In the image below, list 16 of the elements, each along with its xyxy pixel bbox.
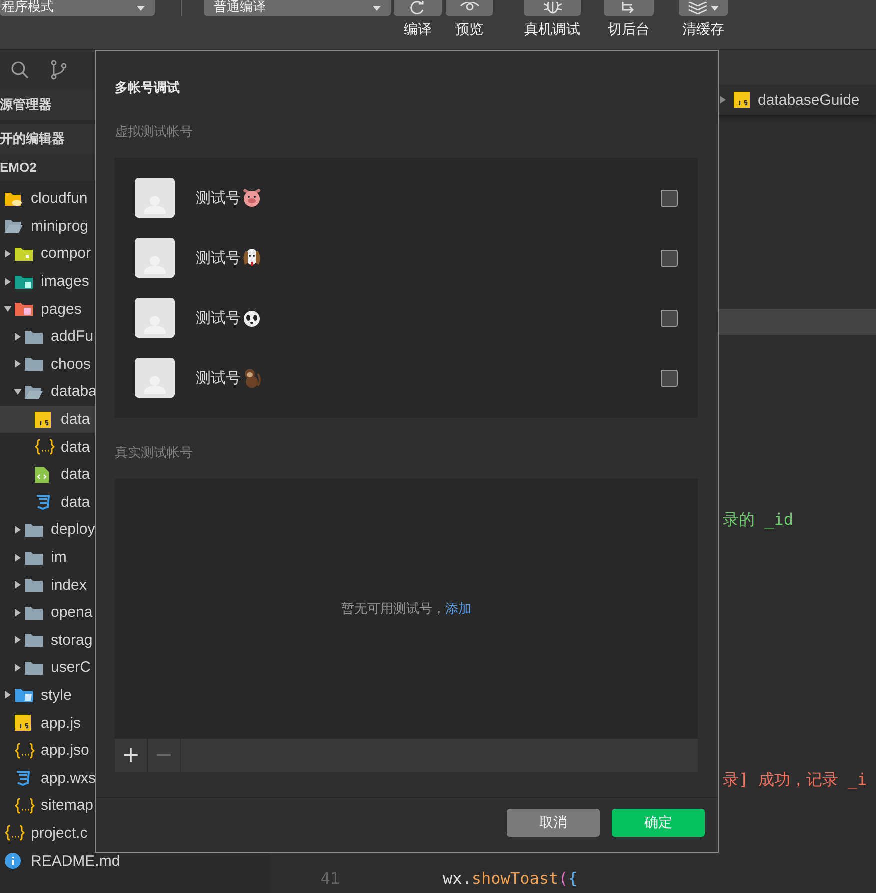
code-line: 录的 _id [723, 510, 794, 530]
toolbar-label: 切后台 [608, 22, 650, 38]
toolbar-label: 编译 [404, 22, 432, 38]
empty-message: 暂无可用测试号，添加 [342, 600, 472, 618]
code-line: wx.showToast({ [443, 868, 578, 888]
section-label: 真实测试帐号 [115, 444, 194, 462]
code-line: 录] 成功，记录 _i [723, 770, 868, 790]
toolbar-label: 预览 [456, 22, 484, 38]
toolbar-label: 真机调试 [524, 22, 580, 38]
account-name: 测试号 [196, 248, 241, 268]
toolbar-label: 清缓存 [682, 22, 724, 38]
account-name: 测试号 [196, 188, 241, 208]
account-name: 测试号 [196, 368, 241, 388]
section-label: 虚拟测试帐号 [115, 123, 194, 141]
account-name: 测试号 [196, 308, 241, 328]
line-number: 41 [320, 868, 340, 888]
